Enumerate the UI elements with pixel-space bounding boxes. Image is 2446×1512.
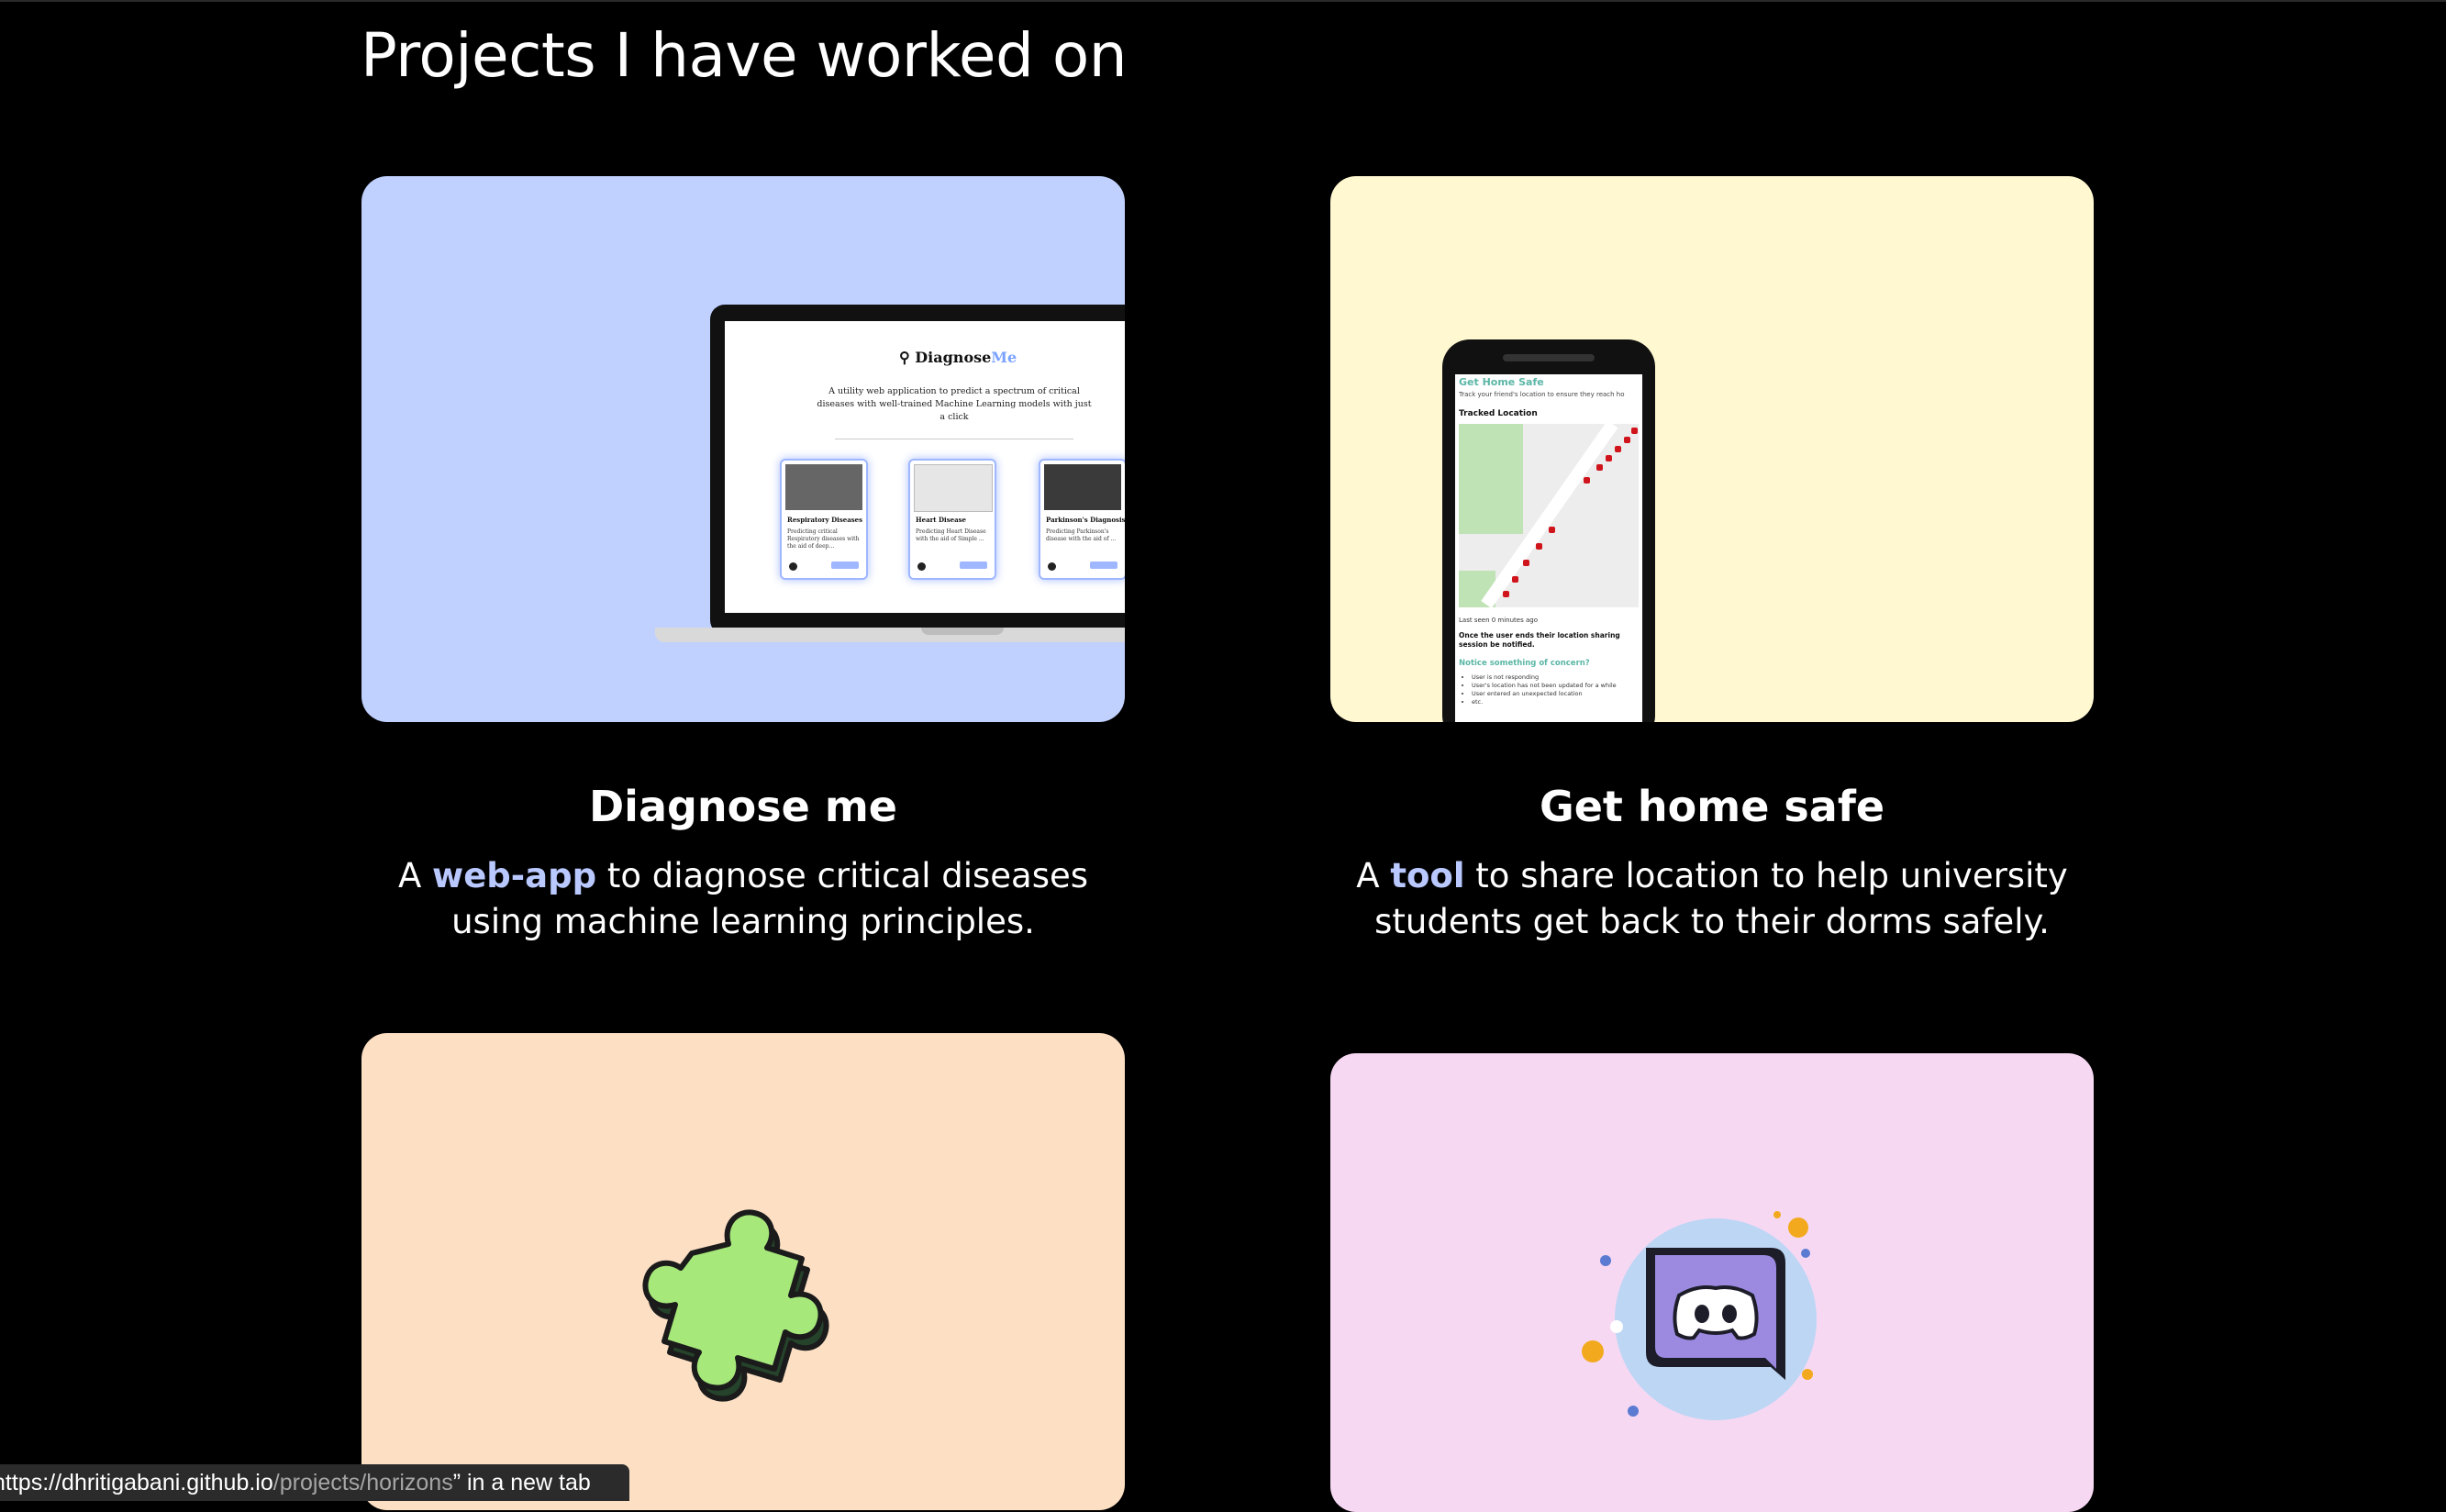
- status-url-suffix: ” in a new tab: [452, 1470, 591, 1495]
- mini-card-desc: Predicting Heart Disease with the aid of…: [916, 528, 986, 542]
- mini-card-button: [960, 561, 987, 569]
- location-dot: [1549, 527, 1555, 533]
- location-dot: [1631, 428, 1638, 434]
- location-dot: [1624, 437, 1630, 443]
- laptop-notch: [921, 628, 1004, 635]
- mini-card-button: [1090, 561, 1117, 569]
- list-item: User is not responding: [1472, 673, 1617, 682]
- location-dot: [1536, 543, 1542, 550]
- discord-icon: [1582, 1211, 1817, 1420]
- top-border: [0, 0, 2446, 2]
- laptop-base: [655, 628, 1125, 642]
- mini-card-title: Respiratory Diseases: [787, 516, 863, 524]
- section-title: Projects I have worked on: [361, 20, 1128, 91]
- mini-card-title: Parkinson's Diagnosis: [1046, 516, 1125, 524]
- laptop-screen: ⚲ DiagnoseMe A utility web application t…: [725, 321, 1125, 613]
- location-dot: [1615, 446, 1621, 452]
- project-title-get-home-safe: Get home safe: [1539, 782, 1885, 831]
- puzzle-piece-icon: [642, 1209, 829, 1402]
- location-dot: [1503, 591, 1509, 597]
- mini-card-desc: Predicting critical Respiratory diseases…: [787, 528, 860, 550]
- map-park: [1459, 424, 1523, 534]
- mini-card-image: [1044, 464, 1121, 510]
- phone-mockup: Get Home Safe Track your friend's locati…: [1442, 339, 1655, 722]
- github-icon: [1048, 562, 1056, 571]
- project-desc-get-home-safe: A tool to share location to help univers…: [1356, 856, 2068, 941]
- location-dot: [1596, 464, 1603, 471]
- location-dot: [1606, 455, 1612, 461]
- project-card-horizons[interactable]: [361, 1033, 1125, 1510]
- project-title-diagnose-me: Diagnose me: [589, 782, 897, 831]
- web-app-link[interactable]: web-app: [432, 856, 596, 895]
- last-seen-text: Last seen 0 minutes ago: [1459, 617, 1538, 624]
- mini-card-heart: Heart Disease Predicting Heart Disease w…: [908, 459, 996, 580]
- project-card-get-home-safe[interactable]: Get Home Safe Track your friend's locati…: [1330, 176, 2094, 722]
- diagnose-me-subtitle: A utility web application to predict a s…: [817, 386, 1092, 422]
- location-dot: [1512, 576, 1518, 583]
- browser-status-bar: https://dhritigabani.github.io/projects/…: [0, 1464, 629, 1501]
- project-desc-diagnose-me: A web-app to diagnose critical diseases …: [397, 856, 1089, 941]
- app-title: Get Home Safe: [1459, 376, 1544, 388]
- mini-card-desc: Predicting Parkinson's disease with the …: [1046, 528, 1117, 542]
- phone-screen: Get Home Safe Track your friend's locati…: [1455, 374, 1642, 722]
- phone-notch: [1503, 354, 1595, 361]
- map: [1459, 420, 1639, 609]
- notice-list: User is not responding User's location h…: [1459, 673, 1617, 706]
- list-item: etc.: [1472, 698, 1617, 706]
- github-icon: [917, 562, 926, 571]
- github-icon: [789, 562, 797, 571]
- mini-card-button: [831, 561, 859, 569]
- mini-card-image: [914, 464, 993, 512]
- mini-card-image: [785, 464, 862, 510]
- list-item: User entered an unexpected location: [1472, 690, 1617, 698]
- project-card-discord-bot[interactable]: [1330, 1053, 2094, 1512]
- tracked-location-label: Tracked Location: [1459, 409, 1538, 418]
- list-item: User's location has not been updated for…: [1472, 682, 1617, 690]
- mini-card-respiratory: Respiratory Diseases Predicting critical…: [780, 459, 868, 580]
- notice-title: Notice something of concern?: [1459, 659, 1590, 668]
- app-subtitle: Track your friend's location to ensure t…: [1459, 391, 1625, 398]
- laptop-mockup: ⚲ DiagnoseMe A utility web application t…: [655, 305, 1125, 646]
- project-card-diagnose-me[interactable]: ⚲ DiagnoseMe A utility web application t…: [361, 176, 1125, 722]
- status-url-prefix: https://dhritigabani.github.io: [0, 1470, 273, 1495]
- location-dot: [1584, 477, 1590, 484]
- location-dot: [1523, 560, 1529, 566]
- diagnose-me-logo: ⚲ DiagnoseMe: [899, 349, 1017, 366]
- notice-bold-text: Once the user ends their location sharin…: [1459, 631, 1620, 649]
- mini-card-title: Heart Disease: [916, 516, 967, 524]
- mini-card-parkinsons: Parkinson's Diagnosis Predicting Parkins…: [1039, 459, 1125, 580]
- tool-link[interactable]: tool: [1390, 856, 1464, 895]
- status-url-path: /projects/horizons: [272, 1470, 453, 1495]
